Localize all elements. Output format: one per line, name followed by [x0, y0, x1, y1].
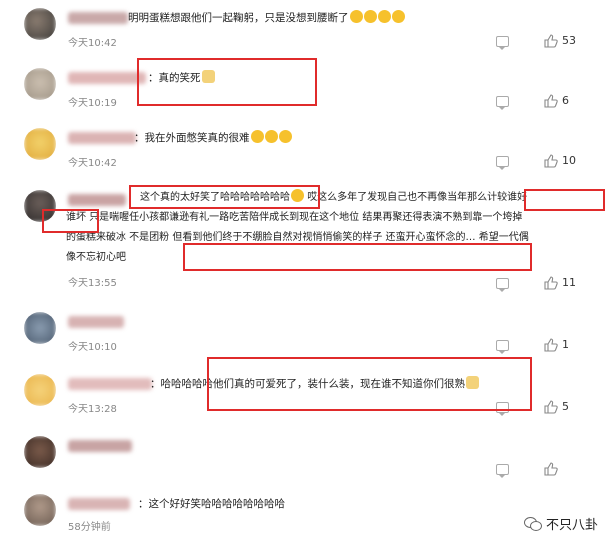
username-blurred[interactable]	[68, 378, 152, 390]
username-blurred[interactable]	[68, 498, 130, 510]
username-blurred[interactable]	[68, 132, 136, 144]
grin-emoji	[377, 10, 391, 23]
comment-time: 今天13:28	[68, 404, 117, 415]
grin-emoji	[264, 130, 278, 143]
comment-time: 58分钟前	[68, 522, 111, 533]
comment-item: 这个真的太好笑了哈哈哈哈哈哈哈 哎这么多年了发现自己也不再像当年那么计较谁好 谁…	[0, 188, 612, 292]
like-count: 11	[562, 276, 576, 289]
username-blurred[interactable]	[68, 12, 128, 24]
comment-text-line: 的蛋糕来破冰 不是团粉 但看到他们终于不绷脸自然对视悄悄偷笑的样子 还蛮开心蛮怀…	[66, 232, 529, 243]
comment-text: ：我在外面憋笑真的很难	[134, 128, 292, 148]
comment-time: 今天13:55	[68, 278, 117, 289]
comment-time: 今天10:19	[68, 98, 117, 109]
avatar[interactable]	[24, 128, 56, 160]
like-count: 6	[562, 94, 569, 107]
reply-icon[interactable]	[496, 340, 509, 354]
reply-icon[interactable]	[496, 36, 509, 50]
reply-icon[interactable]	[496, 464, 509, 478]
like-icon[interactable]	[544, 34, 558, 48]
reply-icon[interactable]	[496, 96, 509, 110]
like-icon[interactable]	[544, 338, 558, 352]
username-blurred[interactable]	[68, 194, 126, 206]
username-blurred[interactable]	[68, 72, 146, 84]
like-count: 10	[562, 154, 576, 167]
like-count: 1	[562, 338, 569, 351]
laugh-cry-emoji	[349, 10, 363, 23]
comment-text: 明明蛋糕想跟他们一起鞠躬，只是没想到腰断了	[128, 8, 405, 28]
reply-icon[interactable]	[496, 402, 509, 416]
comment-text: ：真的笑死	[148, 68, 215, 88]
laugh-cry-emoji	[291, 189, 304, 202]
like-count: 5	[562, 400, 569, 413]
doge-emoji	[201, 70, 215, 83]
reply-icon[interactable]	[496, 278, 509, 292]
username-blurred[interactable]	[68, 316, 124, 328]
comment-text: ：哈哈哈哈哈他们真的可爱死了，装什么装，现在谁不知道你们很熟	[150, 374, 479, 394]
comment-text: 这个真的太好笑了哈哈哈哈哈哈哈 哎这么多年了发现自己也不再像当年那么计较谁好	[140, 188, 527, 208]
comment-time: 今天10:42	[68, 158, 117, 169]
avatar[interactable]	[24, 312, 56, 344]
like-icon[interactable]	[544, 400, 558, 414]
avatar[interactable]	[24, 436, 56, 468]
grin-emoji	[363, 10, 377, 23]
grin-emoji	[391, 10, 405, 23]
like-icon[interactable]	[544, 154, 558, 168]
comment-item: ：真的笑死 今天10:19 6	[0, 68, 612, 124]
like-count: 53	[562, 34, 576, 47]
avatar[interactable]	[24, 374, 56, 406]
avatar[interactable]	[24, 68, 56, 100]
reply-icon[interactable]	[496, 156, 509, 170]
like-icon[interactable]	[544, 94, 558, 108]
avatar[interactable]	[24, 494, 56, 526]
like-icon[interactable]	[544, 276, 558, 290]
comment-time: 今天10:10	[68, 342, 117, 353]
avatar[interactable]	[24, 190, 56, 222]
comment-item: ：哈哈哈哈哈他们真的可爱死了，装什么装，现在谁不知道你们很熟 今天13:28 5	[0, 374, 612, 430]
doge-emoji	[466, 376, 479, 389]
comment-item	[0, 436, 612, 492]
comment-item: ：这个好好笑哈哈哈哈哈哈哈哈 58分钟前	[0, 494, 612, 550]
comment-text-line: 像不忘初心吧	[66, 252, 126, 263]
wechat-icon	[523, 516, 542, 531]
watermark: 不只八卦	[523, 514, 598, 533]
watermark-text: 不只八卦	[545, 518, 598, 533]
grin-emoji	[278, 130, 292, 143]
comment-item: 今天10:10 1	[0, 312, 612, 368]
avatar[interactable]	[24, 8, 56, 40]
comment-text-line: 谁坏 只是喘喔任小孩都谦逊有礼一路吃苦陪伴成长到现在这个地位 结果再聚还得表演不…	[66, 212, 523, 223]
comment-time: 今天10:42	[68, 38, 117, 49]
comment-item: 明明蛋糕想跟他们一起鞠躬，只是没想到腰断了 今天10:42 53	[0, 8, 612, 64]
comment-item: ：我在外面憋笑真的很难 今天10:42 10	[0, 128, 612, 184]
grin-emoji	[250, 130, 264, 143]
like-icon[interactable]	[544, 462, 558, 476]
username-blurred[interactable]	[68, 440, 132, 452]
comment-text: ：这个好好笑哈哈哈哈哈哈哈哈	[138, 498, 285, 510]
